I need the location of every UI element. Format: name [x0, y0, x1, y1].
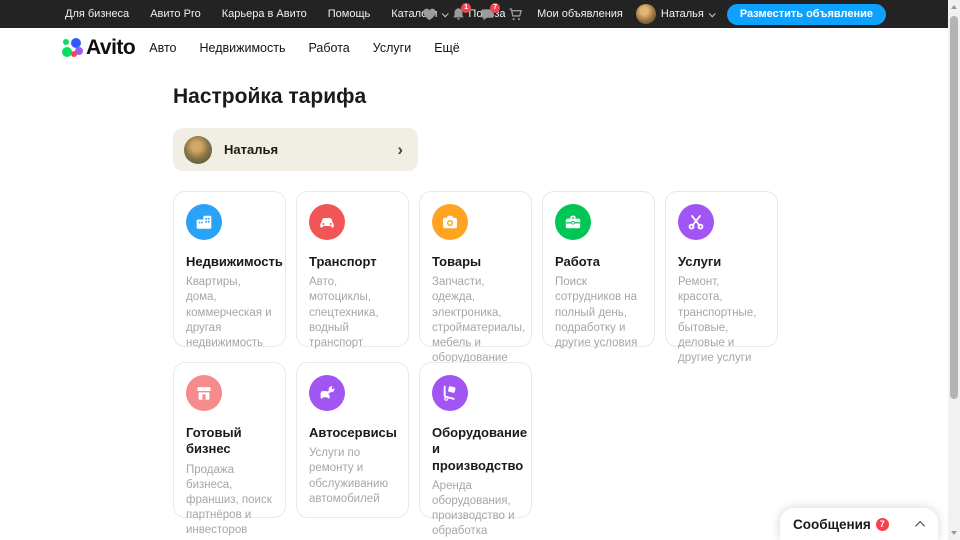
- category-description: Квартиры, дома, коммерческая и другая не…: [186, 275, 273, 351]
- user-card[interactable]: Наталья ›: [173, 128, 418, 171]
- category-title: Оборудование и производство: [432, 425, 519, 474]
- topbar-link-business[interactable]: Для бизнеса: [65, 8, 129, 20]
- user-card-name: Наталья: [224, 142, 278, 157]
- avatar: [184, 136, 212, 164]
- messages-badge-topbar: 7: [490, 3, 500, 13]
- category-card-goods[interactable]: Товары Запчасти, одежда, электроника, ст…: [419, 191, 532, 347]
- messages-widget[interactable]: Сообщения 7: [780, 508, 938, 540]
- scroll-down-arrow-icon[interactable]: [951, 531, 957, 535]
- top-bar: Для бизнеса Авито Pro Карьера в Авито По…: [0, 0, 948, 28]
- header-nav: Авто Недвижимость Работа Услуги Ещё: [149, 41, 460, 55]
- topbar-link-avito-pro[interactable]: Авито Pro: [150, 8, 201, 20]
- car-icon: [309, 204, 345, 240]
- topbar-user-name: Наталья: [661, 8, 704, 20]
- category-card-business[interactable]: Готовый бизнес Продажа бизнеса, франшиз,…: [173, 362, 286, 518]
- scroll-up-arrow-icon[interactable]: [951, 5, 957, 9]
- category-description: Ремонт, красота, транспортные, бытовые, …: [678, 275, 765, 366]
- messages-chat-icon[interactable]: 7: [479, 6, 495, 22]
- category-grid: Недвижимость Квартиры, дома, коммерческа…: [173, 191, 785, 518]
- cart-icon[interactable]: [508, 6, 524, 22]
- chevron-down-icon: [709, 10, 716, 17]
- camera-icon: [432, 204, 468, 240]
- header-link-more[interactable]: Ещё: [434, 41, 460, 55]
- header-link-realty[interactable]: Недвижимость: [199, 41, 285, 55]
- page-title: Настройка тарифа: [173, 85, 785, 109]
- building-icon: [186, 204, 222, 240]
- avito-logo-text: Avito: [86, 36, 135, 60]
- category-card-autoservice[interactable]: Автосервисы Услуги по ремонту и обслужив…: [296, 362, 409, 518]
- messages-widget-label: Сообщения: [793, 517, 871, 532]
- notifications-bell-icon[interactable]: 1: [450, 6, 466, 22]
- category-description: Продажа бизнеса, франшиз, поиск партнёро…: [186, 463, 273, 539]
- topbar-right-cluster: 1 7 Мои объявления Наталья Разместить об…: [421, 0, 886, 28]
- category-title: Транспорт: [309, 254, 396, 270]
- category-title: Услуги: [678, 254, 765, 270]
- car-service-icon: [309, 375, 345, 411]
- category-title: Недвижимость: [186, 254, 273, 270]
- header-link-services[interactable]: Услуги: [373, 41, 411, 55]
- handtruck-icon: [432, 375, 468, 411]
- chevron-up-icon: [915, 520, 925, 530]
- scrollbar[interactable]: [948, 0, 960, 540]
- my-ads-link[interactable]: Мои объявления: [537, 8, 623, 20]
- scrollbar-thumb[interactable]: [950, 16, 958, 399]
- category-description: Услуги по ремонту и обслуживанию автомоб…: [309, 446, 396, 507]
- topbar-link-help[interactable]: Помощь: [328, 8, 371, 20]
- category-card-realty[interactable]: Недвижимость Квартиры, дома, коммерческа…: [173, 191, 286, 347]
- topbar-user-menu[interactable]: Наталья: [636, 4, 714, 24]
- post-ad-button[interactable]: Разместить объявление: [727, 4, 886, 25]
- avito-logo-dots-icon: [62, 38, 83, 58]
- scissors-icon: [678, 204, 714, 240]
- category-card-transport[interactable]: Транспорт Авто, мотоциклы, спецтехника, …: [296, 191, 409, 347]
- category-card-jobs[interactable]: Работа Поиск сотрудников на полный день,…: [542, 191, 655, 347]
- header-link-auto[interactable]: Авто: [149, 41, 176, 55]
- category-card-equipment[interactable]: Оборудование и производство Аренда обору…: [419, 362, 532, 518]
- category-description: Авто, мотоциклы, спецтехника, водный тра…: [309, 275, 396, 351]
- category-description: Аренда оборудования, производство и обра…: [432, 479, 519, 540]
- category-card-services[interactable]: Услуги Ремонт, красота, транспортные, бы…: [665, 191, 778, 347]
- category-title: Работа: [555, 254, 642, 270]
- category-title: Товары: [432, 254, 519, 270]
- category-description: Поиск сотрудников на полный день, подраб…: [555, 275, 642, 351]
- favorites-heart-icon[interactable]: [421, 6, 437, 22]
- storefront-icon: [186, 375, 222, 411]
- notifications-badge: 1: [461, 3, 471, 13]
- category-title: Готовый бизнес: [186, 425, 273, 458]
- site-header: Avito Авто Недвижимость Работа Услуги Ещ…: [0, 28, 948, 68]
- avatar: [636, 4, 656, 24]
- header-link-jobs[interactable]: Работа: [308, 41, 349, 55]
- chevron-right-icon: ›: [397, 141, 403, 158]
- category-title: Автосервисы: [309, 425, 396, 441]
- topbar-link-career[interactable]: Карьера в Авито: [222, 8, 307, 20]
- briefcase-icon: [555, 204, 591, 240]
- category-description: Запчасти, одежда, электроника, строймате…: [432, 275, 519, 366]
- main-content: Настройка тарифа Наталья › Недвижимость …: [173, 68, 785, 518]
- avito-logo[interactable]: Avito: [62, 36, 135, 60]
- messages-widget-badge: 7: [876, 518, 889, 531]
